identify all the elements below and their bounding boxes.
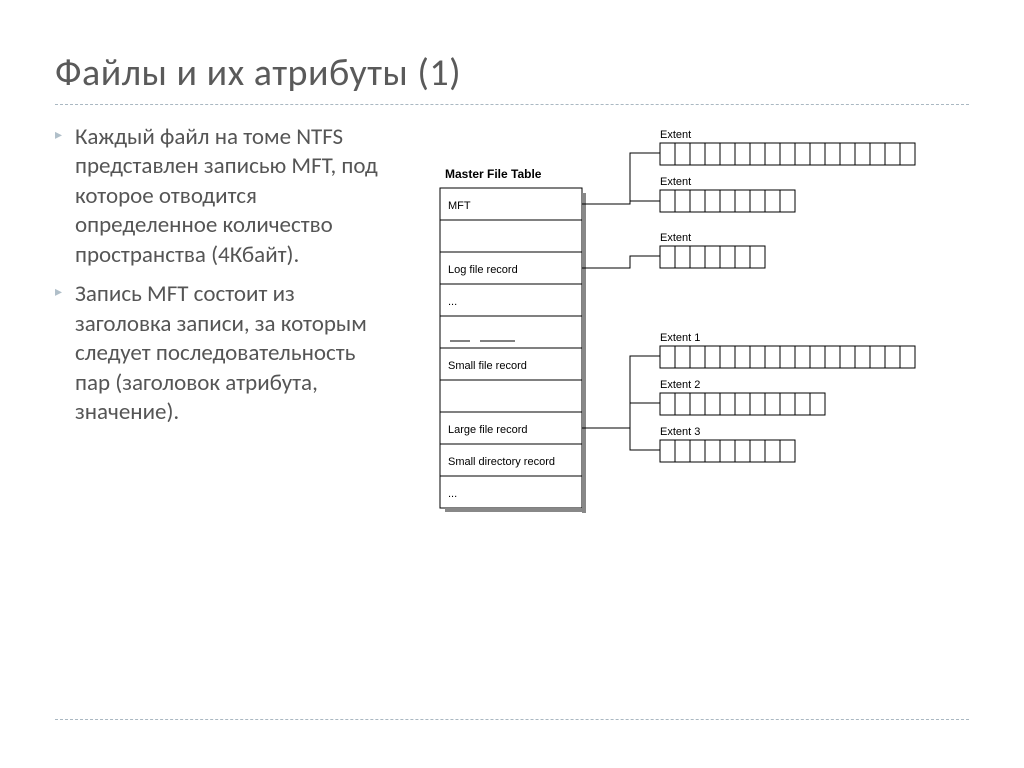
- mft-row: Small file record: [448, 360, 527, 372]
- mft-row: Large file record: [448, 424, 528, 436]
- extent-label: Extent 1: [660, 332, 700, 344]
- extent-label: Extent: [660, 129, 691, 141]
- extent-label: Extent: [660, 176, 691, 188]
- extent-label: Extent 3: [660, 426, 700, 438]
- mft-row: MFT: [448, 200, 471, 212]
- mft-row: Small directory record: [448, 456, 555, 468]
- mft-row: ...: [448, 296, 457, 308]
- extent-cells-4: [660, 346, 915, 368]
- extent-cells-1: [660, 143, 915, 165]
- text-column: Каждый файл на томе NTFS представлен зап…: [55, 123, 385, 558]
- extent-label: Extent 2: [660, 379, 700, 391]
- bullet-item: Каждый файл на томе NTFS представлен зап…: [55, 123, 385, 270]
- slide-title: Файлы и их атрибуты (1): [55, 50, 969, 96]
- divider-top: [55, 104, 969, 105]
- extent-cells-2: [660, 190, 795, 212]
- mft-title: Master File Table: [445, 167, 542, 181]
- bullet-item: Запись MFT состоит из заголовка записи, …: [55, 280, 385, 427]
- extent-cells-6: [660, 440, 795, 462]
- mft-diagram: Master File Table: [415, 123, 969, 558]
- divider-bottom: [55, 719, 969, 720]
- extent-cells-3: [660, 246, 765, 268]
- mft-row: Log file record: [448, 264, 518, 276]
- extent-cells-5: [660, 393, 825, 415]
- extent-label: Extent: [660, 232, 691, 244]
- connectors: [582, 153, 660, 450]
- mft-row: ...: [448, 488, 457, 500]
